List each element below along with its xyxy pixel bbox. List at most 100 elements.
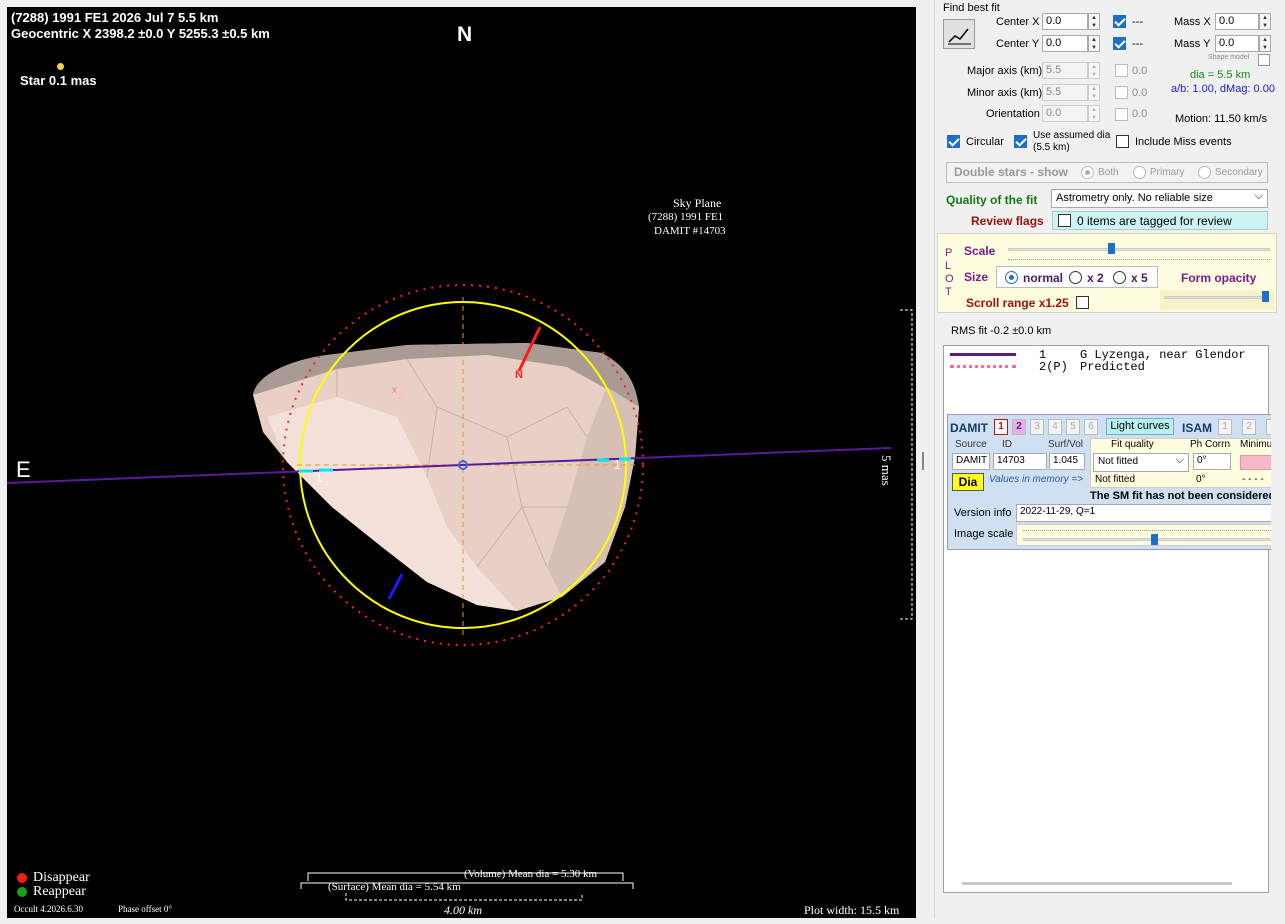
ds-secondary-label: Secondary [1215, 167, 1263, 178]
orientation-input[interactable]: 0.0 [1042, 105, 1088, 122]
values-in-memory-label: Values in memory => [989, 474, 1084, 485]
center-y-spinner[interactable]: ▲ ▼ [1088, 35, 1100, 52]
circular-checkbox[interactable] [947, 135, 960, 148]
size-x2-label: x 2 [1087, 271, 1104, 285]
ds-both-radio[interactable] [1081, 166, 1094, 179]
center-x-fit-value: --- [1132, 16, 1143, 28]
light-curves-button[interactable]: Light curves [1106, 418, 1174, 435]
major-axis-spinner[interactable]: ▲ ▼ [1088, 62, 1100, 79]
damit-tab-3[interactable]: 3 [1030, 419, 1044, 435]
image-scale-label: Image scale [954, 528, 1014, 540]
isam-tab-1[interactable]: 1 [1218, 419, 1232, 435]
major-axis-fit-checkbox[interactable] [1115, 64, 1128, 77]
scalebar-line [345, 893, 583, 901]
observer-2-num: 2(P) [1039, 360, 1068, 374]
ds-secondary-radio[interactable] [1198, 166, 1211, 179]
double-stars-group: Double stars - show Both Primary Seconda… [946, 162, 1268, 183]
predicted-marker-label: 2 [398, 390, 405, 402]
quality-select[interactable]: Astrometry only. No reliable size [1051, 189, 1268, 208]
damit-tab-6[interactable]: 6 [1084, 419, 1098, 435]
orientation-fit-checkbox[interactable] [1115, 108, 1128, 121]
version-label: Occult 4.2026.6.30 [14, 904, 83, 914]
review-flags-label: Review flags [971, 214, 1044, 228]
shape-model-label: Shape model [1208, 54, 1250, 61]
size-x2-radio[interactable] [1069, 271, 1082, 284]
opacity-slider[interactable] [1160, 290, 1274, 310]
mass-x-spinner[interactable]: ▲ ▼ [1259, 13, 1271, 30]
version-info-field[interactable]: 2022-11-29, Q=1 [1016, 504, 1284, 522]
orientation-spinner[interactable]: ▲ ▼ [1088, 105, 1100, 122]
damit-tab-5[interactable]: 5 [1066, 419, 1080, 435]
scale-slider-thumb[interactable] [1108, 243, 1115, 254]
plot-width-label: Plot width: 15.5 km [804, 903, 900, 917]
center-y-input[interactable]: 0.0 [1042, 35, 1088, 52]
observer-list-hscrollbar[interactable] [962, 882, 1232, 885]
memory-fit-quality: Not fitted [1095, 474, 1136, 485]
splitter-handle[interactable] [922, 452, 924, 470]
review-flags-checkbox[interactable] [1058, 214, 1071, 227]
center-x-fit-checkbox[interactable] [1113, 15, 1126, 28]
observer-1-line [950, 353, 1016, 356]
size-x5-radio[interactable] [1113, 271, 1126, 284]
source-field[interactable]: DAMIT [952, 453, 990, 470]
mass-y-spinner[interactable]: ▲ ▼ [1259, 35, 1271, 52]
minor-axis-spinner[interactable]: ▲ ▼ [1088, 84, 1100, 101]
pole-north-label: N [515, 369, 523, 381]
center-y-fit-value: --- [1132, 38, 1143, 50]
minor-axis-fit-value: 0.0 [1132, 87, 1148, 99]
image-scale-thumb[interactable] [1151, 534, 1158, 545]
fit-panel: Find best fit Center X 0.0 ▲ ▼ --- Center… [934, 0, 1285, 918]
find-best-fit-button[interactable] [943, 19, 975, 49]
scroll-range-checkbox[interactable] [1076, 296, 1089, 309]
center-x-label: Center X [996, 16, 1040, 28]
fit-quality-select[interactable]: Not fitted [1093, 453, 1189, 472]
asteroid-shape-model [253, 343, 639, 611]
disappear-icon [17, 873, 27, 883]
major-axis-input[interactable]: 5.5 [1042, 62, 1088, 79]
center-x-spinner[interactable]: ▲ ▼ [1088, 13, 1100, 30]
legend-reappear: Reappear [33, 884, 86, 899]
shape-model-group: DAMIT 1 2 3 4 5 6 Light curves ISAM 1 2 … [947, 414, 1285, 550]
observer-2-line [950, 365, 1016, 368]
ph-corr-field[interactable]: 0° [1193, 453, 1231, 470]
mass-y-input[interactable]: 0.0 [1215, 35, 1259, 52]
surfvol-field[interactable]: 1.045 [1049, 453, 1085, 470]
image-scale-slider[interactable] [1016, 524, 1284, 546]
id-field[interactable]: 14703 [993, 453, 1047, 470]
version-info-label: Version info [954, 507, 1012, 519]
orientation-label: Orientation [986, 108, 1040, 120]
pole-south-line [387, 573, 404, 600]
include-miss-label: Include Miss events [1135, 136, 1232, 148]
shape-model-checkbox[interactable] [1258, 54, 1270, 66]
scalebar-label: 4.00 km [444, 903, 482, 917]
ds-primary-radio[interactable] [1133, 166, 1146, 179]
include-miss-checkbox[interactable] [1116, 135, 1129, 148]
center-y-fit-checkbox[interactable] [1113, 37, 1126, 50]
isam-tab-2[interactable]: 2 [1242, 419, 1256, 435]
damit-tab-2[interactable]: 2 [1012, 419, 1026, 435]
damit-tab-4[interactable]: 4 [1048, 419, 1062, 435]
dia-button[interactable]: Dia [952, 473, 984, 491]
review-flags-text: 0 items are tagged for review [1077, 214, 1232, 228]
major-axis-label: Major axis (km) [967, 65, 1043, 77]
mass-x-input[interactable]: 0.0 [1215, 13, 1259, 30]
plot-canvas[interactable]: (7288) 1991 FE1 2026 Jul 7 5.5 km Geocen… [7, 7, 916, 918]
scale-slider[interactable] [1008, 248, 1270, 251]
minor-axis-input[interactable]: 5.5 [1042, 84, 1088, 101]
damit-tab-1[interactable]: 1 [994, 419, 1008, 435]
opacity-slider-thumb[interactable] [1262, 291, 1269, 302]
memory-minimum: - - - - [1242, 474, 1264, 485]
surfvol-header: Surf/Vol [1048, 439, 1084, 450]
plot-options-group: PLOT Scale Size normal x 2 x 5 Form opac… [937, 233, 1277, 313]
memory-ph-corr: 0° [1196, 474, 1206, 485]
quality-label: Quality of the fit [946, 193, 1038, 207]
size-x5-label: x 5 [1131, 271, 1148, 285]
center-x-input[interactable]: 0.0 [1042, 13, 1088, 30]
use-assumed-checkbox[interactable] [1014, 135, 1027, 148]
minor-axis-fit-checkbox[interactable] [1115, 86, 1128, 99]
dia-readout: dia = 5.5 km [1190, 69, 1251, 81]
mass-x-label: Mass X [1174, 16, 1211, 28]
size-normal-radio[interactable] [1005, 271, 1018, 284]
isam-label: ISAM [1182, 421, 1212, 435]
mass-y-label: Mass Y [1174, 38, 1211, 50]
